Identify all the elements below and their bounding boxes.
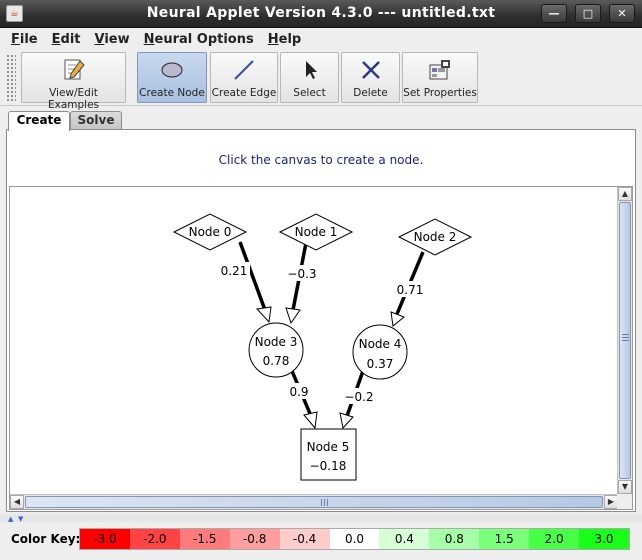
- color-key-swatches: -3.0 -2.0 -1.5 -0.8 -0.4 0.0 0.4 0.8 1.5 2.0 3.0: [79, 528, 630, 550]
- toolbar-grip[interactable]: [6, 54, 16, 102]
- properties-icon: [429, 60, 450, 80]
- graph-canvas[interactable]: 0.21 −0.3 0.71 0.9 −0.2 Node 0 Node 1 No…: [10, 187, 618, 494]
- select-label: Select: [293, 87, 326, 99]
- create-edge-button[interactable]: Create Edge: [210, 52, 278, 103]
- graph-node-3[interactable]: Node 3 0.78: [248, 322, 304, 378]
- arrow-left-icon: ◀: [13, 497, 21, 506]
- menu-neural-options[interactable]: Neural Options: [137, 32, 261, 47]
- horizontal-scroll-thumb[interactable]: [25, 496, 603, 508]
- node-label: Node 5: [307, 440, 350, 454]
- color-key-label: Color Key:: [11, 532, 81, 546]
- maximize-icon: □: [582, 7, 594, 20]
- pointer-icon: [305, 61, 317, 79]
- arrow-up-icon: ▲: [621, 189, 629, 198]
- graph-node-2[interactable]: Node 2: [397, 218, 473, 256]
- color-key-swatch: 3.0: [579, 529, 629, 549]
- edge-arrowhead: [390, 311, 405, 327]
- maximize-button[interactable]: □: [575, 4, 601, 23]
- edge-weight-label: −0.2: [344, 390, 373, 404]
- collapse-up-icon[interactable]: ▲: [8, 515, 13, 523]
- graph-node-5[interactable]: Node 5 −0.18: [300, 428, 357, 481]
- x-icon: [361, 61, 380, 79]
- tab-solve[interactable]: Solve: [70, 111, 122, 130]
- scroll-right-button[interactable]: ▶: [604, 495, 618, 509]
- scroll-corner: [617, 494, 632, 509]
- create-node-label: Create Node: [139, 87, 205, 99]
- color-key-swatch: 1.5: [479, 529, 530, 549]
- tab-create[interactable]: Create: [8, 111, 70, 131]
- color-key-swatch: 0.0: [329, 529, 380, 549]
- delete-button[interactable]: Delete: [341, 52, 400, 103]
- edit-examples-icon: [64, 59, 85, 80]
- color-key-swatch: -1.5: [179, 529, 230, 549]
- status-message: Click the canvas to create a node.: [218, 153, 424, 167]
- edge-weight-label: 0.9: [289, 385, 308, 399]
- node-value: 0.37: [367, 357, 394, 371]
- edge-arrowhead: [303, 411, 318, 430]
- title-bar: ☕ Neural Applet Version 4.3.0 --- untitl…: [0, 0, 642, 28]
- vertical-scrollbar[interactable]: ▲ ▼: [617, 187, 632, 494]
- node-circle: [248, 322, 304, 378]
- close-button[interactable]: ✕: [609, 4, 635, 23]
- node-label: Node 0: [189, 225, 232, 239]
- node-value: 0.78: [263, 354, 290, 368]
- edge-weight-label: 0.71: [397, 283, 424, 297]
- arrow-down-icon: ▼: [621, 482, 629, 491]
- node-label: Node 1: [295, 225, 338, 239]
- close-icon: ✕: [617, 7, 627, 20]
- split-pane-divider[interactable]: ▲ ▼: [0, 514, 642, 523]
- color-key-swatch: 0.8: [429, 529, 480, 549]
- node-value: −0.18: [310, 459, 347, 473]
- scroll-up-button[interactable]: ▲: [618, 187, 632, 201]
- edge-arrowhead: [339, 412, 354, 430]
- set-properties-button[interactable]: Set Properties: [402, 52, 478, 103]
- edge-weight-label: 0.21: [221, 264, 248, 278]
- select-button[interactable]: Select: [280, 52, 339, 103]
- view-edit-examples-button[interactable]: View/Edit Examples: [21, 52, 126, 111]
- node-label: Node 4: [359, 337, 402, 351]
- toolbar: View/Edit Examples Create Node Create Ed…: [0, 50, 642, 111]
- delete-label: Delete: [353, 87, 388, 99]
- node-label: Node 3: [255, 335, 298, 349]
- menu-edit[interactable]: Edit: [45, 32, 88, 47]
- line-icon: [234, 60, 254, 80]
- scroll-left-button[interactable]: ◀: [10, 495, 24, 509]
- color-key-swatch: 2.0: [529, 529, 580, 549]
- color-key-swatch: -3.0: [80, 529, 130, 549]
- collapse-down-icon[interactable]: ▼: [18, 515, 23, 523]
- create-edge-label: Create Edge: [211, 87, 277, 99]
- graph-canvas-scrollpane: 0.21 −0.3 0.71 0.9 −0.2 Node 0 Node 1 No…: [9, 186, 633, 510]
- color-key-swatch: -0.4: [279, 529, 330, 549]
- color-key-swatch: -2.0: [129, 529, 180, 549]
- edge-arrowhead: [285, 307, 301, 325]
- graph-node-1[interactable]: Node 1: [278, 213, 354, 251]
- node-label: Node 2: [414, 230, 457, 244]
- tab-bar: Create Solve: [0, 108, 642, 131]
- color-key-swatch: 0.4: [379, 529, 430, 549]
- ellipse-icon: [161, 62, 183, 78]
- graph-node-4[interactable]: Node 4 0.37: [352, 324, 408, 380]
- graph-node-0[interactable]: Node 0: [172, 213, 248, 251]
- arrow-right-icon: ▶: [607, 497, 615, 506]
- minimize-button[interactable]: —: [541, 4, 567, 23]
- menu-file[interactable]: File: [4, 32, 45, 47]
- set-properties-label: Set Properties: [403, 87, 477, 99]
- horizontal-scrollbar[interactable]: ◀ ▶: [10, 494, 618, 509]
- edge-weight-label: −0.3: [287, 267, 316, 281]
- minimize-icon: —: [548, 7, 560, 20]
- scroll-down-button[interactable]: ▼: [618, 480, 632, 494]
- create-node-button[interactable]: Create Node: [137, 52, 207, 103]
- menu-help[interactable]: Help: [261, 32, 308, 47]
- menu-bar: File Edit View Neural Options Help: [0, 28, 642, 50]
- vertical-scroll-thumb[interactable]: [619, 202, 631, 479]
- color-key: Color Key: -3.0 -2.0 -1.5 -0.8 -0.4 0.0 0.4 0.8…: [0, 524, 642, 560]
- create-panel: Click the canvas to create a node. 0.21 …: [6, 129, 636, 512]
- menu-view[interactable]: View: [88, 32, 137, 47]
- color-key-swatch: -0.8: [229, 529, 280, 549]
- edge-arrowhead: [255, 306, 272, 324]
